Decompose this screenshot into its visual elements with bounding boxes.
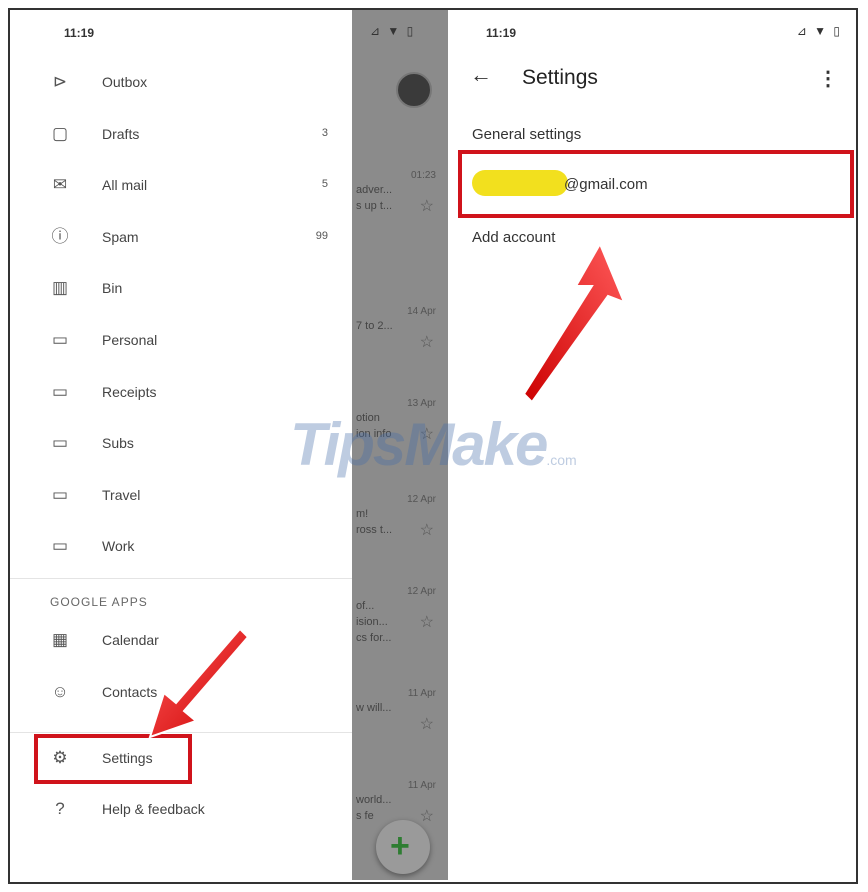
email-date: 12 Apr [407,586,436,597]
nav-item-label: All mail [102,177,148,194]
bin-icon: ▥ [51,278,69,298]
draft-icon: ▢ [51,123,69,143]
email-snippet[interactable]: m! [356,508,368,520]
account-highlight-box [458,150,854,218]
nav-item-label: Travel [102,486,141,503]
email-snippet[interactable]: world... [356,794,391,806]
email-snippet[interactable]: s fe [356,810,374,822]
nav-item-bin[interactable]: ▥ Bin [10,268,352,312]
contacts-icon: ☺ [51,682,69,701]
label-icon: ▭ [51,381,69,401]
status-time: 11:19 [64,26,95,40]
email-date: 14 Apr [407,306,436,317]
all-mail-icon: ✉ [52,175,68,195]
nav-item-travel[interactable]: ▭ Travel [10,475,352,519]
nav-item-personal[interactable]: ▭ Personal [10,320,352,364]
nav-item-label: Receipts [102,383,157,400]
watermark-logo: TipsMake.com [290,411,577,478]
status-icons: ⊿ ▼ ▯ [370,24,416,38]
divider [10,578,352,579]
email-snippet[interactable]: cs for... [356,632,391,644]
outbox-icon: ⊳ [52,72,68,91]
star-icon[interactable]: ☆ [420,520,434,540]
nav-item-work[interactable]: ▭ Work [10,526,352,570]
email-date: 01:23 [410,170,436,181]
status-icons: ⊿ ▼ ▯ [796,24,842,38]
email-snippet[interactable]: adver... [356,184,392,196]
nav-item-drafts[interactable]: ▢ Drafts 3 [10,114,352,158]
email-snippet[interactable]: s up t... [356,200,392,212]
nav-item-label: Bin [102,280,123,297]
nav-item-label: Personal [102,332,158,348]
section-google-apps: GOOGLE APPS [50,595,148,609]
label-icon: ▭ [51,536,69,556]
email-date: 11 Apr [407,780,436,791]
general-settings-item[interactable]: General settings [472,126,581,143]
help-label: Help & feedback [102,801,205,817]
email-date: 12 Apr [407,494,436,505]
calendar-icon: ▦ [51,630,69,649]
status-time: 11:19 [486,26,517,40]
avatar[interactable] [396,72,432,108]
email-date: 11 Apr [407,688,436,699]
nav-item-receipts[interactable]: ▭ Receipts [10,372,352,416]
unread-count: 99 [315,229,328,242]
nav-item-spam[interactable]: ⓘ Spam 99 [10,217,352,261]
help-icon: ? [55,799,65,818]
star-icon[interactable]: ☆ [420,806,434,826]
back-arrow-icon[interactable]: ← [470,62,492,88]
email-date: 13 Apr [407,398,436,409]
email-snippet[interactable]: of... [356,600,374,612]
email-snippet[interactable]: w will... [356,702,391,714]
nav-item-outbox[interactable]: ⊳ Outbox [10,62,352,106]
nav-item-all-mail[interactable]: ✉ All mail 5 [10,165,352,209]
plus-icon: + [390,827,410,865]
more-options-icon[interactable]: ⋮ [818,66,838,91]
nav-item-label: Drafts [102,125,140,142]
unread-count: 5 [321,178,328,191]
label-icon: ▭ [51,433,69,453]
star-icon[interactable]: ☆ [420,332,434,352]
nav-item-label: Outbox [102,74,148,90]
help-feedback-menu-item[interactable]: ? Help & feedback [10,789,352,833]
red-arrow-to-account [522,242,626,404]
star-icon[interactable]: ☆ [420,714,434,734]
unread-count: 3 [321,126,328,139]
email-snippet[interactable]: ision... [356,616,388,628]
compose-button[interactable]: + [376,820,430,874]
email-snippet[interactable]: 7 to 2... [356,320,393,332]
red-arrow-to-settings [148,627,250,739]
page-title: Settings [522,66,598,89]
email-snippet[interactable]: ross t... [356,524,392,536]
star-icon[interactable]: ☆ [420,196,434,216]
spam-icon: ⓘ [51,226,69,246]
nav-item-label: Work [102,538,135,555]
label-icon: ▭ [51,330,69,349]
nav-item-label: Spam [102,228,139,245]
nav-item-label: Subs [102,435,134,452]
label-icon: ▭ [51,484,69,504]
star-icon[interactable]: ☆ [420,612,434,632]
